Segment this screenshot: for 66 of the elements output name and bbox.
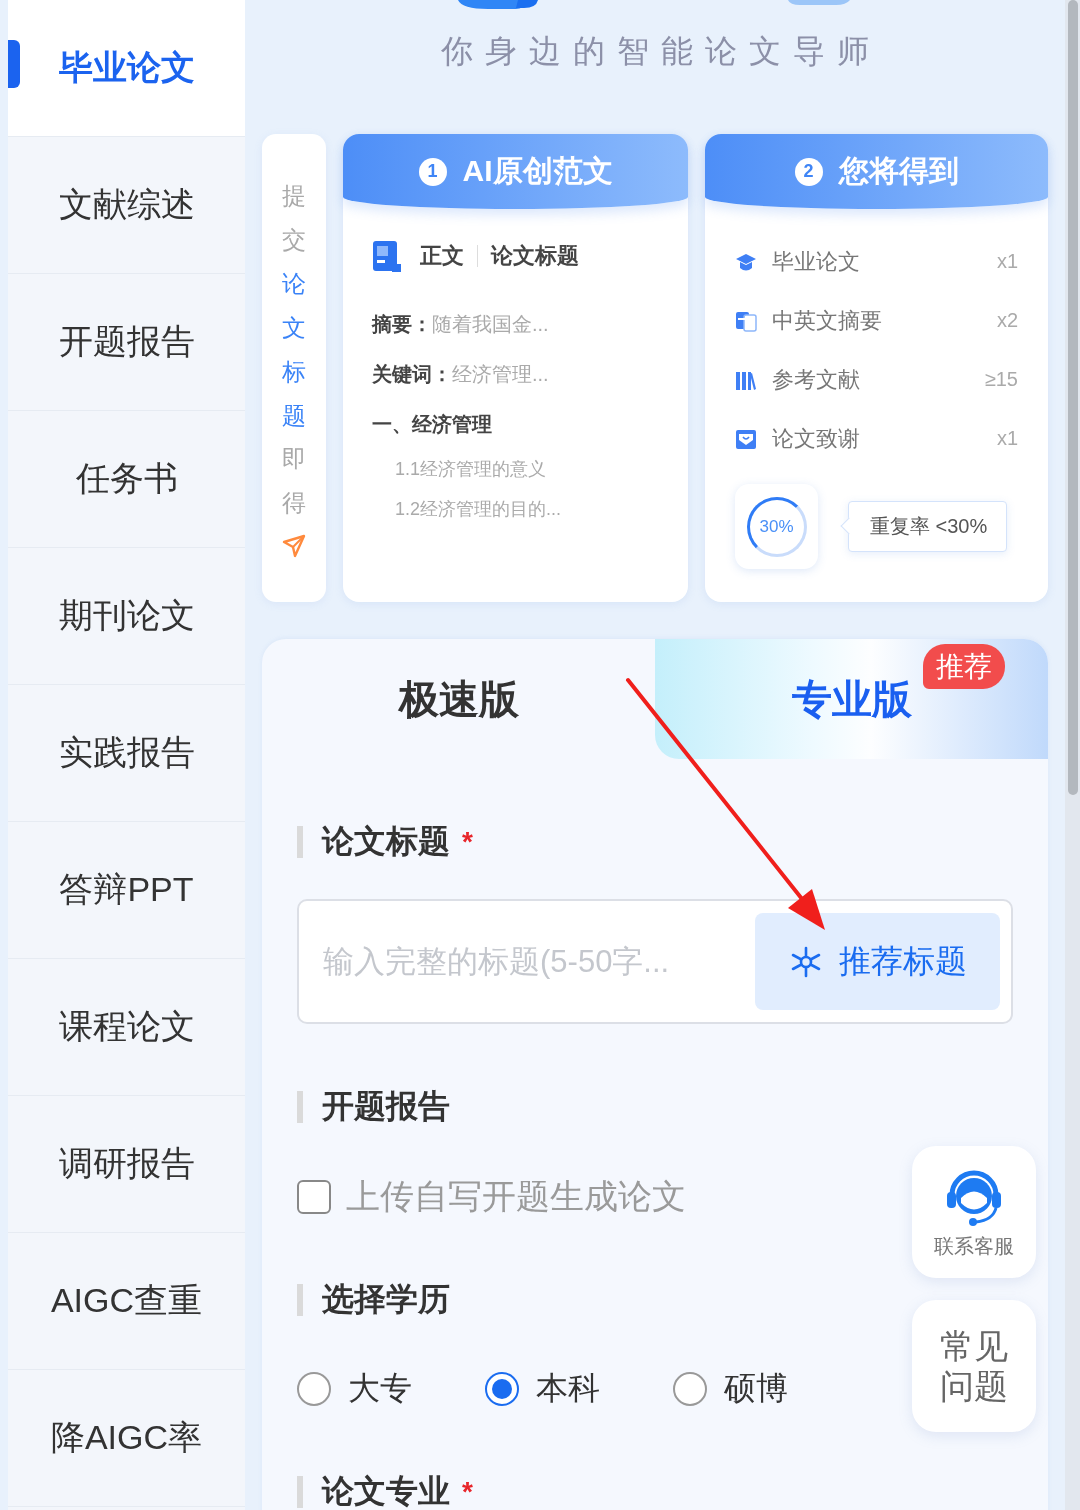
- required-mark: *: [462, 1476, 473, 1508]
- step-number: 2: [794, 157, 823, 186]
- contact-support-button[interactable]: 联系客服: [912, 1146, 1036, 1278]
- radio-label[interactable]: 硕博: [724, 1367, 788, 1411]
- deliverable-count: x1: [996, 427, 1018, 450]
- selection-marker: [8, 40, 20, 88]
- document-icon: [372, 239, 402, 273]
- title-input[interactable]: 输入完整的标题(5-50字... 推荐标题: [297, 899, 1013, 1024]
- step-number: 1: [418, 157, 447, 186]
- field-label: 论文标题: [322, 822, 450, 861]
- version-tab[interactable]: 专业版 推荐: [655, 639, 1048, 759]
- sidebar-item[interactable]: AIGC查重: [8, 1233, 245, 1370]
- card-title: 您将得到: [838, 153, 959, 189]
- sidebar-item[interactable]: 任务书: [8, 411, 245, 548]
- card-title: AI原创范文: [462, 153, 613, 189]
- sidebar-item[interactable]: 降AIGC率: [8, 1370, 245, 1507]
- doc-title: 论文标题: [491, 242, 579, 270]
- sidebar-item[interactable]: 毕业论文: [8, 0, 245, 137]
- version-tab[interactable]: 极速版: [262, 639, 655, 759]
- tagline: 你身边的智能论文导师: [440, 32, 881, 71]
- radio-button[interactable]: [673, 1372, 707, 1406]
- deliverable-label: 参考文献: [772, 365, 860, 394]
- radio-label[interactable]: 大专: [348, 1367, 412, 1411]
- sidebar-item[interactable]: 实践报告: [8, 685, 245, 822]
- sidebar-item[interactable]: 期刊论文: [8, 548, 245, 685]
- similarity-ring: 30%: [746, 496, 807, 557]
- sidebar-item[interactable]: 开题报告: [8, 274, 245, 411]
- recommend-title-button[interactable]: 推荐标题: [755, 913, 1000, 1010]
- field-label: 开题报告: [322, 1087, 450, 1126]
- document-icon: [735, 309, 757, 332]
- summary-line: 摘要：随着我国金...: [372, 312, 550, 337]
- recommend-badge: 推荐: [923, 644, 1005, 689]
- scrollbar-thumb[interactable]: [1067, 0, 1078, 795]
- summary-line: 关键词：经济管理...: [372, 362, 550, 387]
- label-accent-bar: [297, 826, 303, 858]
- deliverable-count: x2: [996, 309, 1018, 332]
- sidebar-item[interactable]: 课程论文: [8, 959, 245, 1096]
- outline-heading: 一、经济管理: [372, 412, 493, 437]
- sidebar-item[interactable]: 文献综述: [8, 137, 245, 274]
- deliverable-label: 中英文摘要: [772, 306, 882, 335]
- vertical-caption: 提交论文标题即得: [282, 181, 306, 519]
- deliverable-label: 毕业论文: [772, 247, 860, 276]
- label-accent-bar: [297, 1091, 303, 1123]
- scrollbar[interactable]: [1065, 0, 1080, 1510]
- field-label: 论文专业: [322, 1472, 450, 1510]
- radio-button[interactable]: [485, 1372, 519, 1406]
- deliverable-count: x1: [996, 250, 1018, 273]
- required-mark: *: [462, 826, 473, 858]
- radio-button[interactable]: [297, 1372, 331, 1406]
- sidebar-item[interactable]: 调研报告: [8, 1096, 245, 1233]
- radio-label[interactable]: 本科: [536, 1367, 600, 1411]
- checkbox[interactable]: [297, 1180, 331, 1214]
- label-accent-bar: [297, 1284, 303, 1316]
- faq-button[interactable]: 常见问题: [912, 1300, 1036, 1432]
- deliverable-label: 论文致谢: [772, 424, 860, 453]
- doc-tag: 正文: [420, 241, 464, 271]
- label-accent-bar: [297, 1476, 303, 1508]
- sidebar-item[interactable]: 答辩PPT: [8, 822, 245, 959]
- deliverable-count: ≥15: [984, 368, 1018, 391]
- similarity-note: 重复率 <30%: [838, 501, 1008, 552]
- outline-item: 1.2经济管理的目的...: [395, 498, 563, 521]
- outline-item: 1.1经济管理的意义: [395, 458, 548, 481]
- envelope-icon: [735, 427, 757, 450]
- send-icon: [282, 533, 306, 560]
- field-label: 选择学历: [322, 1280, 450, 1319]
- cap-icon: [735, 251, 757, 272]
